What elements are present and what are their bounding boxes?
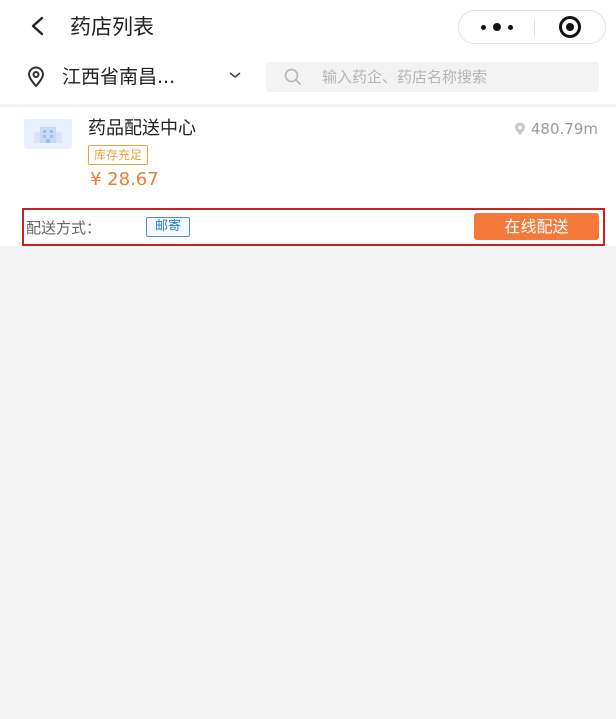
search-input[interactable]: 输入药企、药店名称搜索 [266, 62, 599, 92]
pharmacy-card[interactable]: 药品配送中心 480.79m 库存充足 ¥ 28.67 配送方式： 邮寄 在线配… [0, 106, 616, 246]
price: ¥ 28.67 [90, 169, 159, 190]
more-dots-icon [481, 24, 486, 30]
more-dot [493, 23, 501, 31]
chevron-left-icon [31, 16, 44, 36]
capsule-divider [534, 19, 535, 37]
online-delivery-button[interactable]: 在线配送 [474, 213, 599, 240]
more-button[interactable] [481, 11, 513, 43]
location-pin-icon [27, 66, 45, 88]
filter-bar: 江西省南昌... 输入药企、药店名称搜索 [0, 52, 616, 104]
delivery-method-label: 配送方式： [26, 219, 102, 237]
distance-info: 480.79m [513, 119, 598, 139]
stock-status-badge: 库存充足 [88, 145, 149, 165]
navigation-bar: 药店列表 [0, 0, 616, 52]
pharmacy-building-icon [24, 119, 72, 149]
location-pin-icon [514, 122, 525, 135]
distance-value: 480.79m [530, 120, 598, 138]
delivery-method-row: 配送方式： 邮寄 在线配送 [22, 208, 605, 246]
chevron-down-icon[interactable] [228, 70, 242, 80]
search-placeholder: 输入药企、药店名称搜索 [322, 68, 488, 86]
delivery-method-tag: 邮寄 [146, 217, 191, 237]
mini-program-capsule [458, 10, 606, 44]
more-dot [508, 24, 513, 30]
location-selector[interactable]: 江西省南昌... [62, 64, 175, 90]
page-title: 药店列表 [70, 15, 154, 39]
pharmacy-name: 药品配送中心 [88, 118, 196, 139]
back-button[interactable] [24, 12, 52, 40]
close-mini-program-button[interactable] [559, 16, 581, 38]
search-icon [284, 68, 302, 86]
